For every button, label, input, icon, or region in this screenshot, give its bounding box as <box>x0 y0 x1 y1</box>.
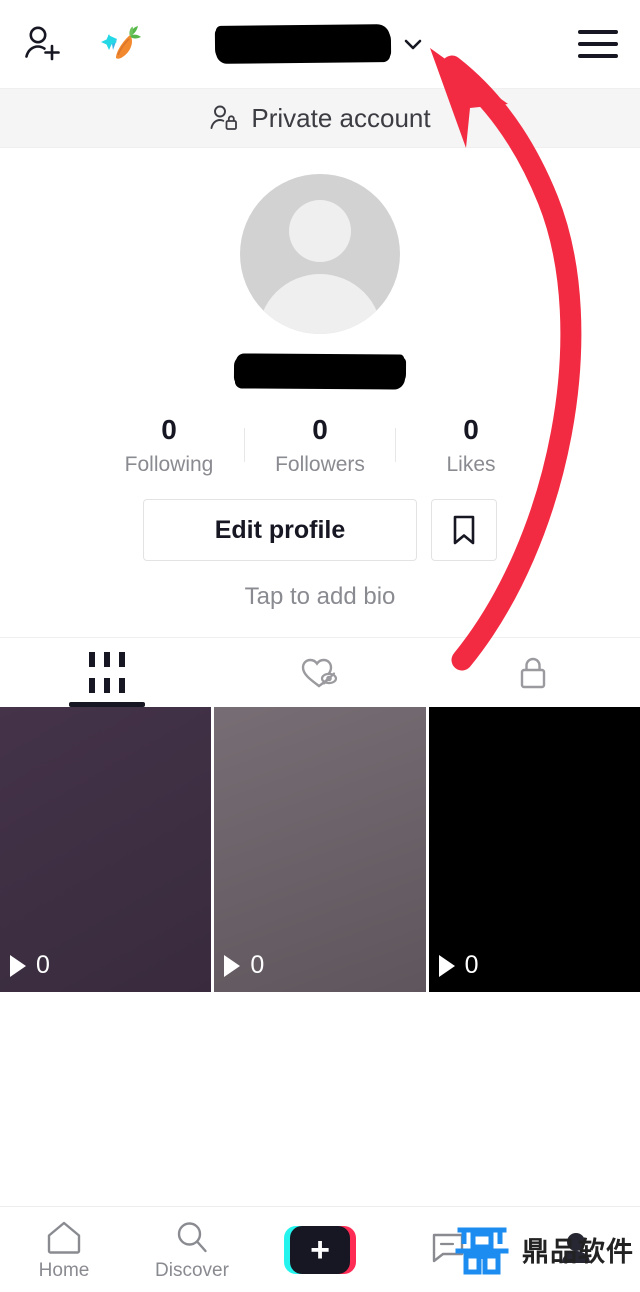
plus-icon: + <box>310 1230 330 1269</box>
play-icon <box>10 954 26 977</box>
tab-liked-hidden[interactable] <box>213 638 426 707</box>
stat-likes[interactable]: 0 Likes <box>396 412 546 477</box>
nav-label: Home <box>38 1259 90 1281</box>
menu-line <box>578 30 618 34</box>
user-handle-redacted <box>233 355 407 387</box>
lock-icon <box>521 657 546 688</box>
play-icon <box>438 954 455 977</box>
stat-followers[interactable]: 0 Followers <box>245 412 395 477</box>
play-count-value: 0 <box>464 951 479 979</box>
private-account-banner[interactable]: Private account <box>0 88 640 148</box>
avatar[interactable] <box>240 174 400 334</box>
watermark-text: 鼎品软件 <box>522 1236 634 1267</box>
watermark: 鼎品软件 <box>452 1220 634 1278</box>
profile-tabs <box>0 637 640 707</box>
nav-item-create[interactable]: + <box>256 1225 384 1274</box>
stat-value: 0 <box>312 414 328 445</box>
header-left-icons <box>22 22 144 66</box>
grid-dash <box>103 652 110 667</box>
grid-icon <box>88 652 125 693</box>
avatar-body-shape <box>258 274 382 334</box>
video-thumbnail[interactable]: 0 <box>214 707 426 992</box>
video-play-count: 0 <box>224 951 264 980</box>
stat-label: Following <box>124 453 214 476</box>
video-thumbnail[interactable]: 0 <box>0 707 212 992</box>
add-friend-icon[interactable] <box>22 23 64 65</box>
home-icon <box>47 1221 81 1254</box>
create-button[interactable]: + <box>284 1225 356 1274</box>
profile-section: 0 Following 0 Followers 0 Likes Edit pro… <box>0 148 640 611</box>
avatar-head-shape <box>289 200 351 262</box>
menu-line <box>578 54 618 58</box>
nav-item-home[interactable]: Home <box>0 1218 128 1282</box>
play-icon <box>224 954 241 977</box>
stat-value: 0 <box>161 414 177 445</box>
video-play-count: 0 <box>438 951 479 980</box>
private-account-label: Private account <box>251 102 431 133</box>
bio-placeholder[interactable]: Tap to add bio <box>245 583 396 611</box>
tab-videos-grid[interactable] <box>0 638 213 707</box>
tab-private-videos[interactable] <box>427 638 640 707</box>
app-header <box>0 0 640 88</box>
tiktok-profile-screen: Private account 0 Following 0 Followers … <box>0 0 640 1292</box>
stat-following[interactable]: 0 Following <box>94 412 244 477</box>
profile-stats: 0 Following 0 Followers 0 Likes <box>94 412 546 477</box>
bookmark-icon <box>453 515 475 545</box>
heart-eye-slash-icon <box>301 658 338 687</box>
grid-dash <box>103 678 110 693</box>
grid-dash <box>118 678 125 693</box>
carrot-sparkle-icon[interactable] <box>100 22 144 66</box>
edit-profile-button[interactable]: Edit profile <box>143 499 417 561</box>
video-play-count: 0 <box>10 951 50 980</box>
grid-dash <box>88 652 95 667</box>
video-grid: 0 0 0 <box>0 707 640 992</box>
stat-value: 0 <box>463 414 479 445</box>
video-thumbnail[interactable]: 0 <box>428 707 640 992</box>
menu-line <box>578 42 618 46</box>
username-redacted-block <box>214 26 392 62</box>
watermark-logo-icon <box>455 1227 509 1275</box>
stat-label: Followers <box>275 453 365 476</box>
person-lock-icon <box>210 105 238 130</box>
header-right-icons <box>578 30 618 58</box>
grid-dash <box>118 652 125 667</box>
bookmark-button[interactable] <box>431 499 497 561</box>
grid-dash <box>88 678 95 693</box>
stat-label: Likes <box>446 453 496 476</box>
hamburger-menu-icon[interactable] <box>578 30 618 58</box>
chevron-down-icon[interactable] <box>401 32 425 56</box>
play-count-value: 0 <box>36 951 50 979</box>
search-icon <box>177 1221 207 1252</box>
nav-item-discover[interactable]: Discover <box>128 1218 256 1282</box>
play-count-value: 0 <box>250 951 265 979</box>
nav-label: Discover <box>155 1259 229 1281</box>
profile-actions: Edit profile <box>143 499 497 561</box>
